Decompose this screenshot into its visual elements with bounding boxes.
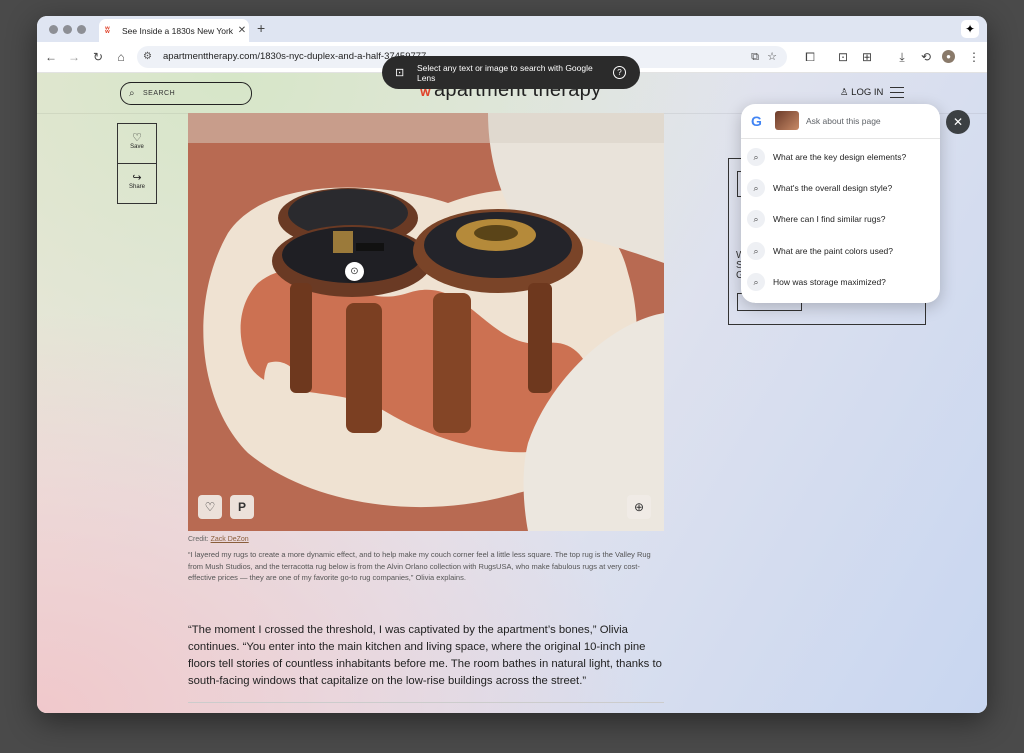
suggestion-item[interactable]: ⌕ What's the overall design style? bbox=[747, 176, 933, 200]
site-info-icon[interactable]: ⚙ bbox=[143, 46, 152, 68]
login-label: LOG IN bbox=[851, 87, 884, 98]
search-label: SEARCH bbox=[143, 90, 176, 97]
minimize-window-dot[interactable] bbox=[63, 25, 72, 34]
extensions-icon[interactable]: ⧠ bbox=[802, 49, 818, 65]
search-icon: ⌕ bbox=[747, 210, 765, 228]
search-icon: ⌕ bbox=[747, 273, 765, 291]
share-rail: ♡ Save ↪ Share bbox=[117, 123, 157, 204]
share-label: Share bbox=[128, 184, 145, 190]
tab-close-icon[interactable]: ✕ bbox=[235, 25, 249, 36]
credit-prefix: Credit: bbox=[188, 536, 209, 543]
suggestion-label: What are the paint colors used? bbox=[773, 246, 894, 256]
google-logo-icon: G bbox=[751, 113, 762, 129]
hamburger-menu-icon[interactable] bbox=[890, 87, 904, 102]
close-window-dot[interactable] bbox=[49, 25, 58, 34]
gemini-icon[interactable]: ✦ bbox=[961, 20, 979, 38]
share-button[interactable]: ↪ Share bbox=[118, 163, 156, 203]
install-app-icon[interactable]: ⧉ bbox=[751, 46, 759, 68]
more-menu-icon[interactable]: ⋮ bbox=[966, 49, 982, 65]
suggestion-label: Where can I find similar rugs? bbox=[773, 214, 886, 224]
login-link[interactable]: ♙ LOG IN bbox=[840, 87, 883, 98]
help-icon[interactable]: ? bbox=[613, 66, 626, 79]
article-divider bbox=[188, 702, 664, 703]
search-icon: ⌕ bbox=[747, 148, 765, 166]
article-paragraph: “The moment I crossed the threshold, I w… bbox=[188, 624, 662, 687]
sync-icon[interactable]: ⟲ bbox=[918, 49, 934, 65]
profile-avatar-icon[interactable]: ● bbox=[942, 50, 955, 63]
suggestion-item[interactable]: ⌕ How was storage maximized? bbox=[747, 270, 933, 294]
download-icon[interactable]: ⤓ bbox=[894, 49, 910, 65]
reload-icon[interactable]: ↻ bbox=[90, 49, 106, 65]
pinterest-icon[interactable]: P bbox=[230, 495, 254, 519]
user-icon: ♙ bbox=[840, 87, 849, 98]
ask-header[interactable]: G Ask about this page bbox=[741, 104, 940, 139]
zoom-window-dot[interactable] bbox=[77, 25, 86, 34]
tab-active[interactable]: ʬ See Inside a 1830s New York ✕ bbox=[99, 19, 249, 42]
suggestion-item[interactable]: ⌕ Where can I find similar rugs? bbox=[747, 207, 933, 231]
forward-icon[interactable]: → bbox=[66, 49, 82, 65]
home-icon[interactable]: ⌂ bbox=[113, 49, 129, 65]
lens-select-icon[interactable]: ⊙ bbox=[345, 262, 364, 281]
save-button[interactable]: ♡ Save bbox=[118, 124, 156, 163]
search-icon: ⌕ bbox=[747, 242, 765, 260]
article-photo[interactable]: ⊙ ♡ P ⊕ bbox=[188, 113, 664, 531]
lens-icon: ⊡ bbox=[395, 67, 405, 79]
lens-tooltip: ⊡ Select any text or image to search wit… bbox=[382, 56, 640, 89]
tab-title: See Inside a 1830s New York bbox=[122, 25, 234, 36]
lens-icon[interactable]: ⊡ bbox=[835, 49, 851, 65]
suggestion-label: What are the key design elements? bbox=[773, 152, 907, 162]
credit-link[interactable]: Zack DeZon bbox=[211, 536, 249, 543]
photo-save-heart-icon[interactable]: ♡ bbox=[198, 495, 222, 519]
new-tab-button[interactable]: + bbox=[257, 20, 265, 36]
site-search-input[interactable]: ⌕ SEARCH bbox=[120, 82, 252, 105]
lens-ask-panel: G Ask about this page ⌕ What are the key… bbox=[741, 104, 940, 303]
photo-illustration bbox=[188, 113, 664, 531]
save-label: Save bbox=[130, 144, 144, 150]
back-icon[interactable]: ← bbox=[43, 49, 59, 65]
tab-search-icon[interactable]: ⊞ bbox=[859, 49, 875, 65]
page-thumbnail bbox=[775, 111, 799, 130]
photo-credit: Credit: Zack DeZon bbox=[188, 536, 249, 543]
bookmark-star-icon[interactable]: ☆ bbox=[767, 46, 777, 68]
suggestion-item[interactable]: ⌕ What are the paint colors used? bbox=[747, 239, 933, 263]
lens-tooltip-text: Select any text or image to search with … bbox=[416, 62, 593, 83]
photo-caption: “I layered my rugs to create a more dyna… bbox=[188, 550, 651, 582]
close-panel-icon[interactable]: ✕ bbox=[946, 110, 970, 134]
suggestion-item[interactable]: ⌕ What are the key design elements? bbox=[747, 145, 933, 169]
suggestion-label: What's the overall design style? bbox=[773, 183, 893, 193]
ask-input[interactable]: Ask about this page bbox=[806, 116, 881, 126]
apartment-therapy-favicon-icon: ʬ bbox=[105, 25, 110, 35]
share-arrow-icon: ↪ bbox=[132, 172, 142, 184]
search-icon: ⌕ bbox=[129, 88, 136, 99]
suggestion-label: How was storage maximized? bbox=[773, 277, 886, 287]
search-icon: ⌕ bbox=[747, 179, 765, 197]
tab-strip: ʬ See Inside a 1830s New York ✕ + ✦ bbox=[37, 16, 987, 42]
zoom-in-icon[interactable]: ⊕ bbox=[627, 495, 651, 519]
heart-icon: ♡ bbox=[132, 132, 142, 144]
